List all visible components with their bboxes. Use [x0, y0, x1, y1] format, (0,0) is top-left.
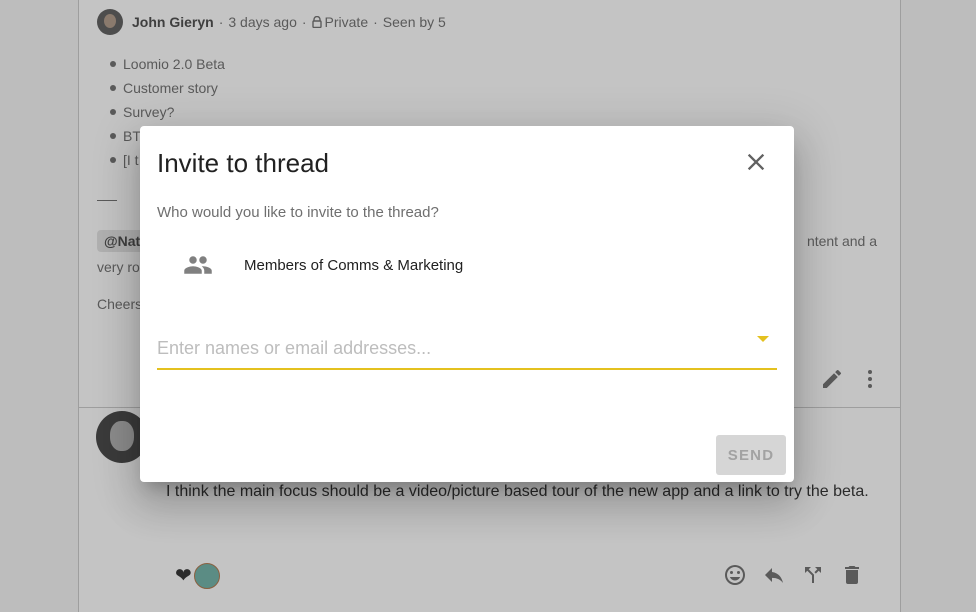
people-icon	[183, 250, 213, 280]
more-vertical-icon[interactable]	[858, 367, 882, 391]
horizontal-rule	[97, 200, 117, 201]
lock-icon	[311, 16, 322, 28]
reactor-avatar[interactable]	[193, 563, 220, 589]
meta-separator: ·	[218, 14, 224, 30]
invite-dialog: Invite to thread Who would you like to i…	[140, 126, 794, 482]
privacy-label: Private	[324, 14, 369, 30]
recipients-field	[157, 326, 777, 370]
heart-reaction[interactable]: ❤	[175, 564, 192, 588]
author-name[interactable]: John Gieryn	[132, 14, 214, 30]
list-item: Loomio 2.0 Beta	[110, 52, 225, 76]
discussion-meta: John Gieryn · 3 days ago · Private · See…	[97, 9, 446, 35]
trash-icon[interactable]	[840, 563, 864, 587]
close-icon[interactable]	[742, 148, 770, 176]
signoff-text: Cheers	[97, 296, 143, 312]
close-button[interactable]	[742, 148, 770, 176]
recipients-input[interactable]	[157, 334, 737, 362]
emoji-icon[interactable]	[723, 563, 747, 587]
post-time[interactable]: 3 days ago	[228, 14, 297, 30]
dialog-prompt: Who would you like to invite to the thre…	[157, 204, 439, 221]
group-option-label: Members of Comms & Marketing	[244, 256, 464, 274]
group-invite-option[interactable]: Members of Comms & Marketing	[157, 250, 777, 280]
fork-icon[interactable]	[801, 563, 825, 587]
dropdown-arrow-icon[interactable]	[757, 336, 769, 342]
discussion-actions	[820, 367, 882, 391]
list-item: Customer story	[110, 76, 225, 100]
comment-actions	[723, 563, 864, 587]
reactions-row: ❤	[175, 563, 220, 589]
reply-icon[interactable]	[762, 563, 786, 587]
mention-text-line2: very ro	[97, 259, 140, 275]
pencil-icon[interactable]	[820, 367, 844, 391]
meta-separator: ·	[373, 14, 378, 30]
seen-by-count[interactable]: Seen by 5	[383, 14, 446, 30]
meta-separator: ·	[301, 14, 307, 30]
comment-body: I think the main focus should be a video…	[166, 483, 869, 500]
mention-text-tail: ntent and a	[806, 233, 877, 249]
author-avatar[interactable]	[97, 9, 123, 35]
dialog-title: Invite to thread	[157, 148, 329, 178]
send-button[interactable]: SEND	[716, 435, 786, 475]
list-item: Survey?	[110, 100, 225, 124]
